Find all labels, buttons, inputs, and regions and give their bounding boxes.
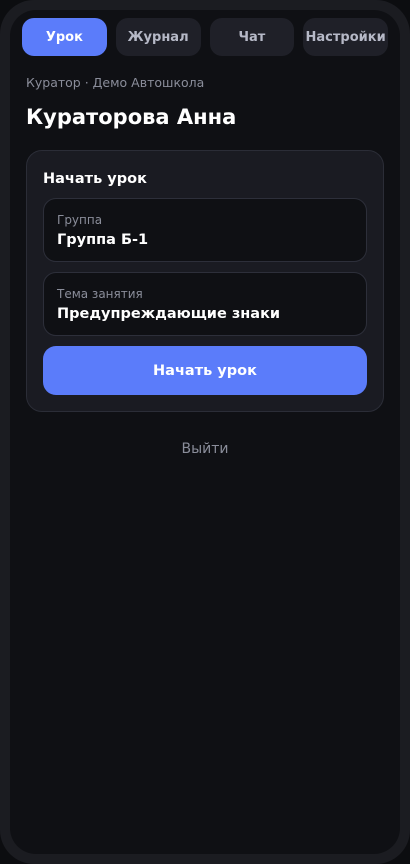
group-field[interactable]: Группа Группа Б-1 [43, 198, 367, 262]
start-lesson-card: Начать урок Группа Группа Б-1 Тема занят… [26, 150, 384, 412]
role-subtitle: Куратор · Демо Автошкола [26, 75, 205, 90]
topic-field-value: Предупреждающие знаки [57, 306, 281, 322]
start-lesson-button[interactable]: Начать урок [43, 346, 367, 395]
group-field-label: Группа [57, 213, 103, 227]
page-title: Кураторова Анна [26, 105, 237, 129]
logout-link[interactable]: Выйти [10, 441, 400, 457]
top-tabs: Урок Журнал Чат Настройки [22, 18, 388, 56]
tab-journal[interactable]: Журнал [115, 18, 201, 56]
topic-field-label: Тема занятия [57, 287, 143, 301]
topic-field[interactable]: Тема занятия Предупреждающие знаки [43, 272, 367, 336]
tab-lesson[interactable]: Урок [22, 18, 107, 56]
card-title: Начать урок [43, 171, 147, 187]
tab-chat[interactable]: Чат [209, 18, 295, 56]
device-frame: Урок Журнал Чат Настройки Куратор · Демо… [0, 0, 410, 864]
tab-settings[interactable]: Настройки [303, 18, 388, 56]
app-screen: Урок Журнал Чат Настройки Куратор · Демо… [10, 10, 400, 854]
group-field-value: Группа Б-1 [57, 232, 149, 248]
